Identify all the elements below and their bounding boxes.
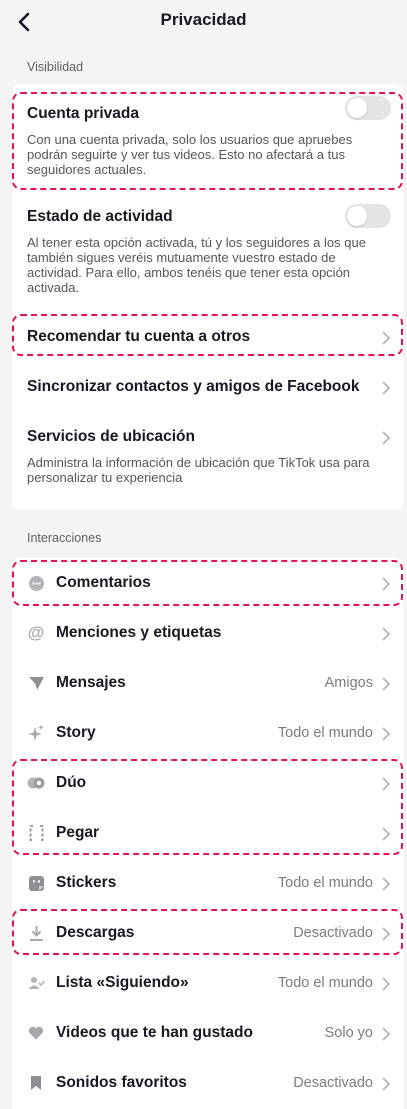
interaction-row-liked-videos[interactable]: Videos que te han gustado Solo yo [12, 1008, 403, 1058]
interaction-row-favorite-sounds[interactable]: Sonidos favoritos Desactivado [12, 1058, 403, 1108]
chevron-right-icon [382, 727, 391, 741]
at-mention-icon: @ [27, 623, 45, 642]
activity-status-toggle[interactable] [345, 204, 391, 228]
private-account-desc: Con una cuenta privada, solo los usuario… [27, 132, 353, 177]
interaction-label: Comentarios [56, 574, 151, 591]
private-account-row[interactable]: Cuenta privada Con una cuenta privada, s… [12, 84, 403, 184]
interaction-value: Amigos [324, 675, 373, 691]
chevron-right-icon [382, 1077, 391, 1091]
stitch-icon [27, 824, 45, 842]
interaction-label: Dúo [56, 774, 87, 791]
sync-contacts-title: Sincronizar contactos y amigos de Facebo… [27, 378, 360, 395]
interaction-label: Story [56, 724, 96, 741]
interaction-label: Mensajes [56, 674, 126, 691]
interaction-label: Descargas [56, 924, 135, 941]
toggle-knob [347, 206, 367, 226]
sticker-icon [27, 874, 45, 892]
interaction-label: Pegar [56, 824, 100, 841]
chevron-right-icon [382, 877, 391, 891]
interaction-value: Todo el mundo [277, 975, 373, 991]
section-label-visibility: Visibilidad [27, 60, 84, 74]
activity-status-desc: Al tener esta opción activada, tú y los … [27, 235, 366, 295]
private-account-title: Cuenta privada [27, 105, 139, 122]
sync-contacts-row[interactable]: Sincronizar contactos y amigos de Facebo… [12, 362, 403, 412]
chevron-right-icon [382, 431, 391, 445]
location-services-title: Servicios de ubicación [27, 428, 195, 445]
chevron-right-icon [382, 827, 391, 841]
chevron-right-icon [382, 977, 391, 991]
private-account-toggle[interactable] [345, 96, 391, 120]
interaction-row-mentions[interactable]: @ Menciones y etiquetas [12, 608, 403, 658]
comment-icon [27, 574, 45, 592]
interaction-value: Desactivado [293, 925, 373, 941]
chevron-right-icon [382, 777, 391, 791]
interaction-row-story[interactable]: Story Todo el mundo [12, 708, 403, 758]
chevron-right-icon [382, 927, 391, 941]
chevron-right-icon [382, 1027, 391, 1041]
interaction-value: Desactivado [293, 1075, 373, 1091]
direct-message-icon [27, 674, 45, 692]
activity-status-row[interactable]: Estado de actividad Al tener esta opción… [12, 196, 403, 308]
section-label-interactions: Interacciones [27, 531, 102, 545]
story-sparkle-icon [27, 724, 45, 742]
bookmark-icon [27, 1074, 45, 1092]
interaction-row-comments[interactable]: Comentarios [12, 558, 403, 608]
interaction-label: Lista «Siguiendo» [56, 974, 189, 991]
heart-icon [27, 1024, 45, 1042]
interaction-row-following-list[interactable]: Lista «Siguiendo» Todo el mundo [12, 958, 403, 1008]
interaction-row-messages[interactable]: Mensajes Amigos [12, 658, 403, 708]
suggest-account-title: Recomendar tu cuenta a otros [27, 328, 251, 345]
interactions-card: Comentarios @ Menciones y etiquetas Mens… [12, 558, 403, 1109]
chevron-right-icon [382, 331, 391, 345]
header: Privacidad [0, 0, 407, 46]
suggest-account-row[interactable]: Recomendar tu cuenta a otros [12, 312, 403, 362]
chevron-right-icon [382, 627, 391, 641]
interaction-row-stitch[interactable]: Pegar [12, 808, 403, 858]
duet-icon [27, 774, 45, 792]
interaction-label: Sonidos favoritos [56, 1074, 187, 1091]
page-title: Privacidad [160, 10, 247, 29]
interaction-label: Menciones y etiquetas [56, 624, 222, 641]
interaction-value: Solo yo [324, 1025, 373, 1041]
location-services-desc: Administra la información de ubicación q… [27, 455, 370, 485]
interaction-label: Videos que te han gustado [56, 1024, 253, 1041]
interaction-row-stickers[interactable]: Stickers Todo el mundo [12, 858, 403, 908]
following-list-icon [27, 974, 45, 992]
location-services-row[interactable]: Servicios de ubicación Administra la inf… [12, 412, 403, 502]
interaction-label: Stickers [56, 874, 117, 891]
interaction-value: Todo el mundo [277, 725, 373, 741]
interaction-row-duet[interactable]: Dúo [12, 758, 403, 808]
download-icon [27, 924, 45, 942]
toggle-knob [347, 98, 367, 118]
interaction-value: Todo el mundo [277, 875, 373, 891]
chevron-right-icon [382, 577, 391, 591]
activity-status-title: Estado de actividad [27, 208, 173, 225]
interaction-row-downloads[interactable]: Descargas Desactivado [12, 908, 403, 958]
visibility-card: Cuenta privada Con una cuenta privada, s… [12, 84, 403, 510]
chevron-right-icon [382, 677, 391, 691]
chevron-right-icon [382, 381, 391, 395]
